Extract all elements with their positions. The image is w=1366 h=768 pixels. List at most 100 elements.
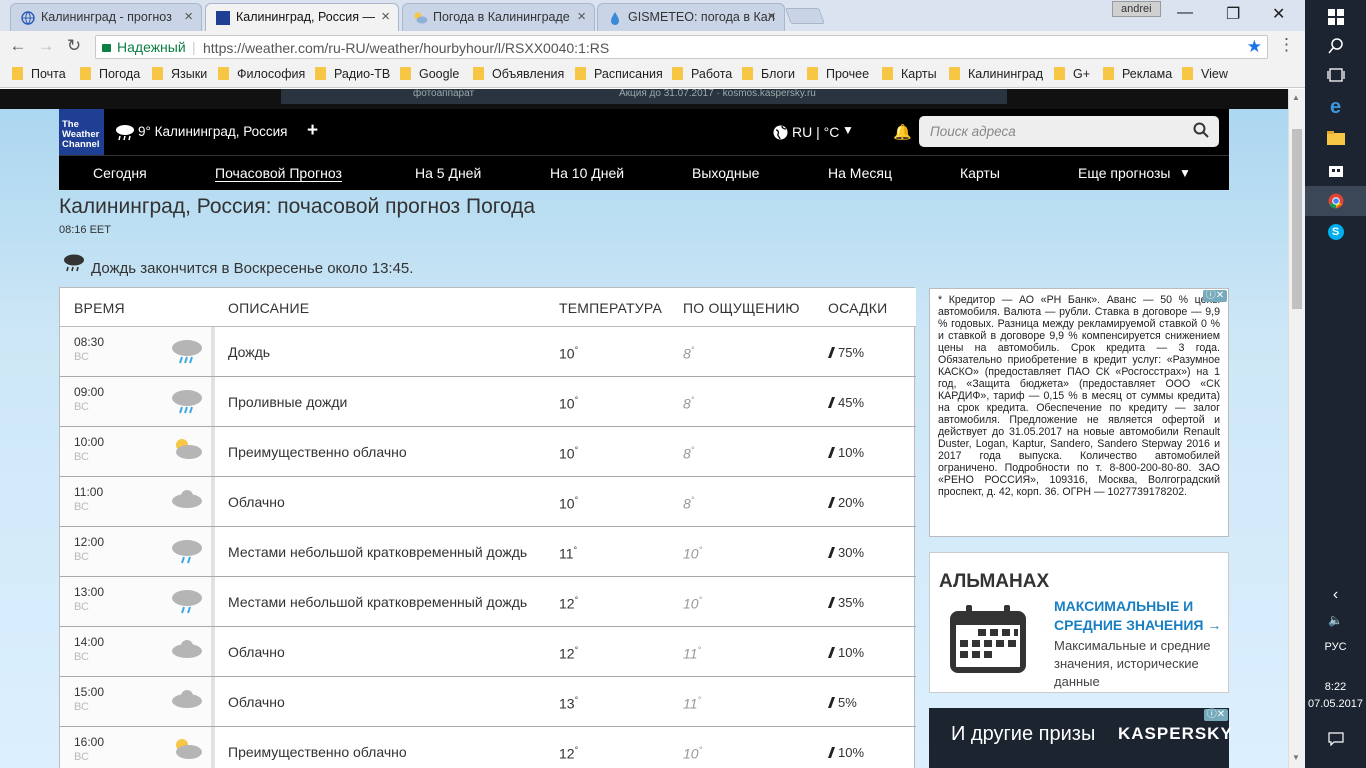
page-scrollbar[interactable]: ▲ ▼ — [1288, 89, 1305, 768]
tab-title: Погода в Калининграде — [433, 10, 570, 24]
row-time: 08:30 — [74, 335, 105, 349]
search-icon[interactable] — [1193, 122, 1209, 143]
forward-icon[interactable]: → — [36, 36, 56, 56]
bookmark-star-icon[interactable]: ★ — [1247, 37, 1262, 57]
minimize-icon[interactable]: — — [1177, 4, 1193, 22]
ad-choices-icon[interactable]: ⓘ✕ — [1204, 709, 1228, 721]
chevron-down-icon[interactable]: ▼ — [1179, 166, 1191, 180]
search-box[interactable]: Поиск адреса — [919, 116, 1219, 147]
tab-2-active[interactable]: Калининград, Россия — × — [205, 3, 399, 31]
clock-time[interactable]: 8:22 — [1305, 681, 1366, 693]
url-text[interactable]: https://weather.com/ru-RU/weather/hourby… — [203, 40, 609, 56]
bookmark-item[interactable]: Философия — [218, 67, 305, 81]
add-location-button[interactable]: + — [307, 120, 318, 142]
row-precipitation: 5% — [827, 695, 857, 710]
bookmark-item[interactable]: Карты — [882, 67, 937, 81]
tab-3[interactable]: Погода в Калининграде × — [402, 3, 595, 31]
clock-date[interactable]: 07.05.2017 — [1305, 698, 1366, 710]
task-view-icon[interactable] — [1305, 60, 1366, 90]
bookmark-label: Расписания — [594, 67, 663, 81]
skype-icon[interactable]: S — [1305, 217, 1366, 247]
row-time: 09:00 — [74, 385, 105, 399]
cloud-icon — [170, 685, 204, 717]
chrome-icon[interactable] — [1305, 186, 1366, 216]
bookmark-item[interactable]: Калининград — [949, 67, 1043, 81]
nav-5-day[interactable]: На 5 Дней — [415, 165, 481, 181]
store-icon[interactable] — [1305, 155, 1366, 185]
folder-icon — [882, 67, 893, 80]
bookmark-item[interactable]: Погода — [80, 67, 140, 81]
close-icon[interactable]: × — [184, 4, 193, 30]
close-icon[interactable]: × — [577, 4, 586, 30]
nav-hourly[interactable]: Почасовой Прогноз — [215, 165, 342, 182]
weather-channel-logo[interactable]: The Weather Channel — [59, 109, 104, 155]
search-icon[interactable] — [1305, 31, 1366, 61]
row-description: Дождь — [228, 344, 271, 360]
secure-indicator[interactable]: Надежный — [102, 39, 186, 55]
current-location[interactable]: 9° Калининград, Россия — [138, 124, 288, 139]
renault-ad[interactable]: ⓘ✕ * Кредитор — АО «РН Банк». Аванс — 50… — [929, 288, 1229, 537]
edge-icon[interactable]: e — [1305, 92, 1366, 122]
maximize-icon[interactable]: ❐ — [1226, 4, 1240, 24]
bookmark-item[interactable]: G+ — [1054, 67, 1090, 81]
bookmark-item[interactable]: Прочее — [807, 67, 869, 81]
address-bar[interactable]: Надежный | https://weather.com/ru-RU/wea… — [95, 35, 1268, 59]
bookmark-item[interactable]: Реклама — [1103, 67, 1172, 81]
back-icon[interactable]: ← — [8, 36, 28, 56]
volume-icon[interactable]: 🔈 — [1305, 605, 1366, 635]
new-tab-button[interactable] — [785, 8, 825, 24]
windows-start-icon[interactable] — [1305, 2, 1366, 32]
bell-icon[interactable]: 🔔 — [893, 123, 912, 141]
bookmark-item[interactable]: Работа — [672, 67, 732, 81]
row-precipitation: 10% — [827, 745, 864, 760]
menu-icon[interactable]: ⋮ — [1278, 36, 1295, 53]
file-explorer-icon[interactable] — [1305, 123, 1366, 153]
scrollbar-thumb[interactable] — [1292, 129, 1302, 309]
input-language[interactable]: РУС — [1305, 641, 1366, 653]
kaspersky-ad[interactable]: ⓘ✕ И другие призы KASPERSKY — [929, 708, 1232, 768]
tab-1[interactable]: Калининград - прогноз × — [10, 3, 202, 31]
notifications-icon[interactable] — [1305, 724, 1366, 754]
table-row[interactable]: 13:00 ВС Местами небольшой кратковременн… — [60, 577, 916, 627]
bookmark-item[interactable]: Объявления — [473, 67, 564, 81]
bookmark-item[interactable]: Блоги — [742, 67, 795, 81]
bookmark-item[interactable]: View — [1182, 67, 1228, 81]
reload-icon[interactable]: ↻ — [64, 36, 84, 56]
profile-button[interactable]: andrei — [1112, 1, 1161, 17]
nav-today[interactable]: Сегодня — [93, 165, 147, 181]
bookmark-item[interactable]: Языки — [152, 67, 207, 81]
table-row[interactable]: 14:00 ВС Облачно 12° 11° 10% — [60, 627, 916, 677]
bookmark-item[interactable]: Радио-ТВ — [315, 67, 390, 81]
table-row[interactable]: 10:00 ВС Преимущественно облачно 10° 8° … — [60, 427, 916, 477]
language-unit-selector[interactable]: RU | °C — [792, 124, 839, 140]
table-row[interactable]: 11:00 ВС Облачно 10° 8° 20% — [60, 477, 916, 527]
folder-icon — [575, 67, 586, 80]
bookmark-item[interactable]: Почта — [12, 67, 66, 81]
scroll-up-icon[interactable]: ▲ — [1292, 93, 1300, 102]
partly-cloudy-icon — [170, 435, 204, 467]
chevron-down-icon[interactable]: ▼ — [842, 123, 854, 137]
nav-weekend[interactable]: Выходные — [692, 165, 759, 181]
bookmark-item[interactable]: Google — [400, 67, 459, 81]
nav-maps[interactable]: Карты — [960, 165, 1000, 181]
row-time: 16:00 — [74, 735, 105, 749]
close-window-icon[interactable]: ✕ — [1272, 4, 1285, 24]
search-input[interactable]: Поиск адреса — [930, 124, 1016, 139]
close-icon[interactable]: × — [381, 4, 390, 30]
tab-4[interactable]: GISMETEO: погода в Кал × — [597, 3, 785, 31]
tab-title: Калининград, Россия — — [236, 10, 375, 24]
ad-choices-icon[interactable]: ⓘ✕ — [1203, 290, 1227, 302]
top-banner-ad[interactable]: фотоаппарат Акция до 31.07.2017 · kosmos… — [281, 89, 1007, 104]
almanac-link[interactable]: МАКСИМАЛЬНЫЕ И СРЕДНИЕ ЗНАЧЕНИЯ → — [1054, 597, 1228, 635]
close-icon[interactable]: × — [767, 4, 776, 30]
table-row[interactable]: 09:00 ВС Проливные дожди 10° 8° 45% — [60, 377, 916, 427]
scroll-down-icon[interactable]: ▼ — [1292, 753, 1300, 762]
nav-10-day[interactable]: На 10 Дней — [550, 165, 624, 181]
table-row[interactable]: 15:00 ВС Облачно 13° 11° 5% — [60, 677, 916, 727]
table-row[interactable]: 08:30 ВС Дождь 10° 8° 75% — [60, 327, 916, 377]
nav-more[interactable]: Еще прогнозы — [1078, 165, 1170, 181]
table-row[interactable]: 12:00 ВС Местами небольшой кратковременн… — [60, 527, 916, 577]
bookmark-item[interactable]: Расписания — [575, 67, 663, 81]
nav-month[interactable]: На Месяц — [828, 165, 892, 181]
table-row[interactable]: 16:00 ВС Преимущественно облачно 12° 10°… — [60, 727, 916, 768]
